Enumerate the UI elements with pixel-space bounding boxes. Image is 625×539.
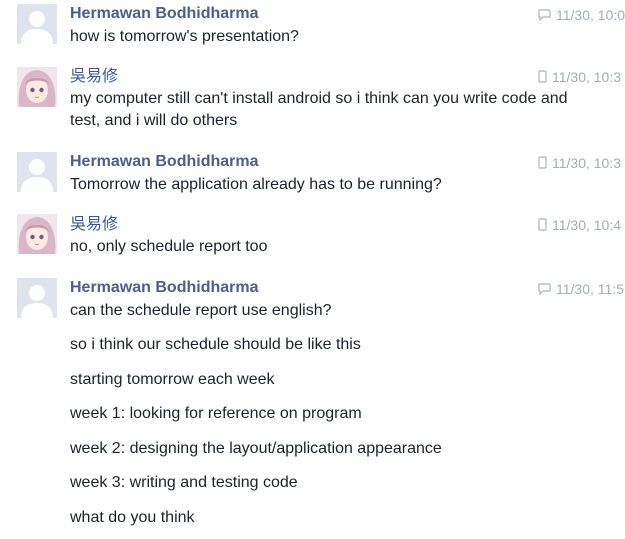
- chat-bubble-icon: [538, 7, 551, 25]
- default-avatar-icon: [17, 278, 57, 318]
- mobile-phone-icon: [538, 69, 547, 87]
- avatar[interactable]: [17, 4, 57, 44]
- message-line: week 3: writing and testing code: [70, 474, 298, 491]
- avatar[interactable]: [17, 67, 57, 107]
- message-time: 11/30, 10:4: [552, 217, 622, 233]
- message-time: 11/30, 10:3: [552, 69, 622, 85]
- message-meta: 11/30, 10:4: [538, 216, 625, 235]
- sender-name[interactable]: 吳易修: [70, 66, 118, 86]
- message-meta: 11/30, 11:5: [538, 280, 625, 299]
- message-line: week 2: designing the layout/application…: [70, 440, 442, 457]
- message-time: 11/30, 10:0: [556, 7, 625, 23]
- message-line: week 1: looking for reference on program: [70, 405, 362, 422]
- sender-name[interactable]: Hermawan Bodhidharma: [70, 278, 258, 298]
- message-text: how is tomorrow's presentation?: [70, 28, 299, 45]
- avatar[interactable]: [17, 214, 57, 254]
- message-line: can the schedule report use english?: [70, 302, 332, 319]
- message-meta: 11/30, 10:3: [538, 68, 625, 87]
- anime-avatar-icon: [17, 67, 57, 107]
- message-time: 11/30, 11:5: [556, 281, 624, 297]
- avatar[interactable]: [17, 152, 57, 192]
- message-line: so i think our schedule should be like t…: [70, 336, 361, 353]
- default-avatar-icon: [17, 152, 57, 192]
- message-text: no, only schedule report too: [70, 238, 268, 255]
- chat-bubble-icon: [538, 281, 551, 299]
- message-text: my computer still can't install android …: [70, 90, 568, 129]
- message-text: Tomorrow the application already has to …: [70, 176, 442, 193]
- mobile-phone-icon: [538, 217, 547, 235]
- default-avatar-icon: [17, 4, 57, 44]
- sender-name[interactable]: Hermawan Bodhidharma: [70, 152, 258, 172]
- avatar[interactable]: [17, 278, 57, 318]
- message-line: what do you think: [70, 509, 195, 526]
- message-line: starting tomorrow each week: [70, 371, 275, 388]
- message-meta: 11/30, 10:3: [538, 154, 625, 173]
- sender-name[interactable]: Hermawan Bodhidharma: [70, 4, 258, 24]
- message-time: 11/30, 10:3: [552, 155, 622, 171]
- mobile-phone-icon: [538, 155, 547, 173]
- anime-avatar-icon: [17, 214, 57, 254]
- sender-name[interactable]: 吳易修: [70, 214, 118, 234]
- message-meta: 11/30, 10:0: [538, 6, 625, 25]
